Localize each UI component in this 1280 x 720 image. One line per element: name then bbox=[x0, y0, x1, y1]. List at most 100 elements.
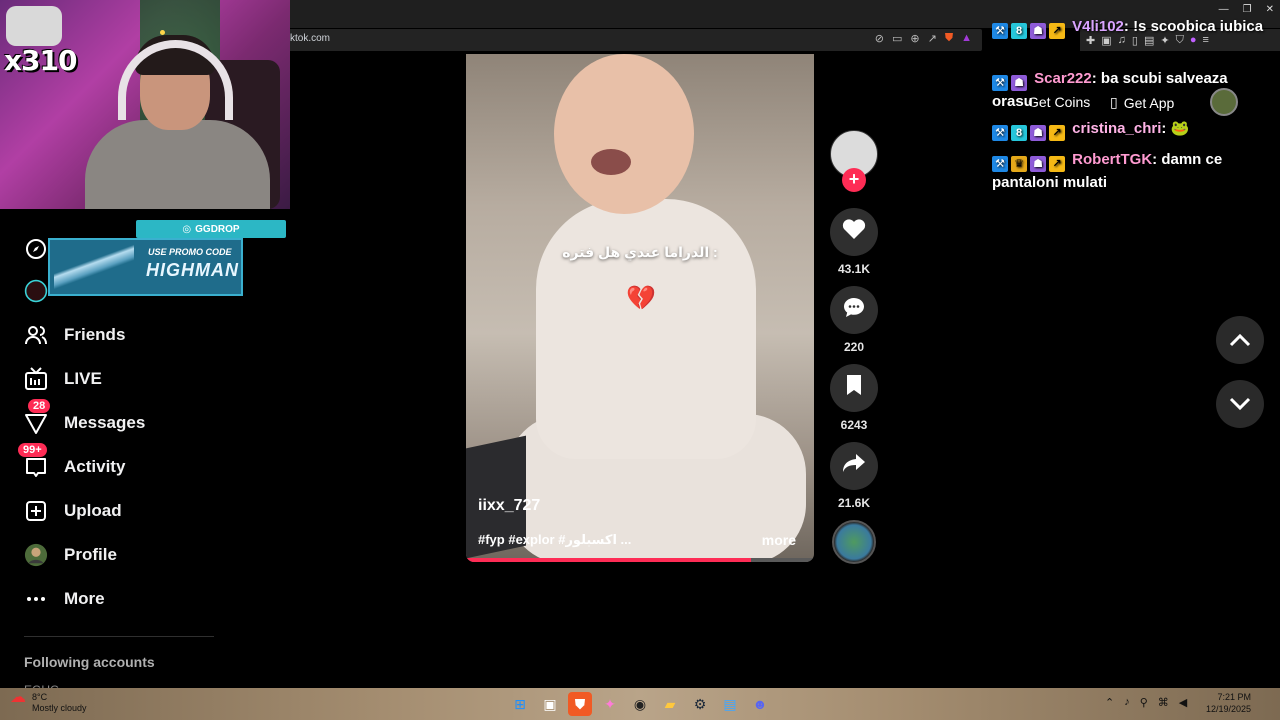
video-progress-bar[interactable] bbox=[466, 558, 814, 562]
share-count: 21.6K bbox=[837, 496, 871, 510]
video-description: #fyp #explor #اكسبلور ... bbox=[478, 532, 632, 547]
comment-button[interactable] bbox=[830, 286, 878, 334]
sidebar-item-live[interactable]: LIVE bbox=[24, 367, 102, 391]
restore-icon[interactable]: ❐ bbox=[1243, 4, 1252, 15]
brave-shield-icon[interactable]: ⛊ bbox=[945, 32, 953, 45]
video-scene-body bbox=[536, 199, 756, 459]
follow-plus-button[interactable]: + bbox=[842, 168, 866, 192]
address-bar[interactable]: ktok.com ⊘ ▭ ⊕ ↗ ⛊ ▲ bbox=[282, 29, 982, 51]
activity-icon: 99+ bbox=[18, 443, 48, 479]
video-progress-fill bbox=[466, 558, 752, 562]
audio-device-icon[interactable]: ♪ bbox=[1124, 696, 1130, 709]
microphone-icon[interactable]: ⚲ bbox=[1140, 696, 1148, 709]
window-controls: — ❐ ✕ bbox=[1219, 4, 1274, 15]
moderator-icon: ⚒ bbox=[992, 23, 1008, 39]
more-link[interactable]: more bbox=[762, 532, 796, 548]
sidebar-item-label: Friends bbox=[64, 325, 126, 344]
address-bar-icons: ⊘ ▭ ⊕ ↗ ⛊ ▲ bbox=[875, 32, 972, 45]
compass-icon bbox=[24, 237, 48, 261]
more-icon bbox=[24, 587, 48, 611]
no-tracking-icon[interactable]: ⊘ bbox=[875, 32, 884, 45]
minimize-icon[interactable]: — bbox=[1219, 4, 1229, 15]
video-scene-mouth bbox=[591, 149, 631, 175]
share-icon[interactable]: ↗ bbox=[928, 32, 937, 45]
obs-icon[interactable]: ◉ bbox=[628, 692, 652, 716]
gift-badge-icon: ↗ bbox=[1049, 125, 1065, 141]
following-accounts-header: Following accounts bbox=[24, 654, 155, 670]
share-arrow-icon bbox=[842, 453, 866, 479]
video-player[interactable]: الدراما عندي هل فتره : 💔 iixx_727 #fyp #… bbox=[466, 54, 814, 562]
friends-icon bbox=[24, 323, 48, 347]
weather-icon: ☁ bbox=[10, 689, 26, 706]
weather-desc: Mostly cloudy bbox=[32, 703, 87, 713]
brave-browser-icon[interactable]: ⛊ bbox=[568, 692, 592, 716]
heart-icon bbox=[842, 218, 866, 246]
like-count: 43.1K bbox=[837, 262, 871, 276]
windows-taskbar: ☁ 8°C Mostly cloudy ⊞ ▣ ⛊ ✦ ◉ ▰ ⚙ ▤ ☻ ⌃ … bbox=[0, 688, 1280, 720]
rewards-icon[interactable]: ▲ bbox=[961, 32, 972, 45]
activity-badge: 99+ bbox=[18, 443, 47, 457]
weather-temp: 8°C bbox=[32, 692, 48, 702]
chat-text: ba scubi salveaza orasu bbox=[992, 70, 1228, 110]
tray-chevron-icon[interactable]: ⌃ bbox=[1105, 696, 1114, 709]
broken-heart-icon: 💔 bbox=[626, 285, 656, 312]
promo-line1: USE PROMO CODE bbox=[148, 247, 232, 257]
sidebar-item-more[interactable]: More bbox=[24, 587, 105, 611]
file-explorer-icon[interactable]: ▰ bbox=[658, 692, 682, 716]
taskbar-apps: ⊞ ▣ ⛊ ✦ ◉ ▰ ⚙ ▤ ☻ bbox=[508, 692, 772, 716]
sidebar-item-label: Upload bbox=[64, 501, 122, 520]
chat-username[interactable]: RobertTGK bbox=[1072, 151, 1152, 168]
comment-count: 220 bbox=[843, 340, 865, 354]
cast-icon[interactable]: ▭ bbox=[892, 32, 902, 45]
sub-badge-icon: 8 bbox=[1011, 125, 1027, 141]
bot-badge-icon: ☗ bbox=[1011, 75, 1027, 91]
system-tray: ⌃ ♪ ⚲ ⌘ ◀ bbox=[1105, 696, 1187, 709]
share-button[interactable] bbox=[830, 442, 878, 490]
crown-icon: ♛ bbox=[1011, 156, 1027, 172]
moderator-icon: ⚒ bbox=[992, 125, 1008, 141]
sidebar-item-profile[interactable]: Profile bbox=[24, 543, 117, 567]
video-caption: الدراما عندي هل فتره : bbox=[562, 244, 718, 260]
like-button[interactable] bbox=[830, 208, 878, 256]
sidebar-item-activity[interactable]: 99+ Activity bbox=[18, 443, 126, 479]
sidebar-item-messages[interactable]: 28 Messages bbox=[24, 399, 145, 435]
windows-start-icon[interactable]: ⊞ bbox=[508, 692, 532, 716]
music-disc-icon[interactable] bbox=[832, 520, 876, 564]
clock-date: 12/19/2025 bbox=[1206, 704, 1252, 714]
task-view-icon[interactable]: ▣ bbox=[538, 692, 562, 716]
copilot-icon[interactable]: ✦ bbox=[598, 692, 622, 716]
bot-badge-icon: ☗ bbox=[1030, 23, 1046, 39]
clock[interactable]: 7:21 PM 12/19/2025 bbox=[1206, 691, 1251, 715]
chat-message: ⚒ 8 ☗ ↗ cristina_chri: 🐸 bbox=[992, 118, 1272, 141]
cat-image bbox=[6, 6, 62, 46]
discord-icon[interactable]: ☻ bbox=[748, 692, 772, 716]
sidebar-item-explore[interactable] bbox=[24, 237, 48, 261]
chat-message: ⚒ ♛ ☗ ↗ RobertTGK: damn ce pantaloni mulati bbox=[992, 151, 1223, 191]
bot-badge-icon: ☗ bbox=[1030, 156, 1046, 172]
previous-video-button[interactable] bbox=[1216, 316, 1264, 364]
chat-username[interactable]: Scar222 bbox=[1034, 70, 1092, 87]
zoom-icon[interactable]: ⊕ bbox=[910, 32, 919, 45]
speaker-icon[interactable]: ◀ bbox=[1179, 696, 1187, 709]
weather-widget[interactable]: ☁ 8°C Mostly cloudy bbox=[10, 689, 87, 714]
next-video-button[interactable] bbox=[1216, 380, 1264, 428]
chevron-up-icon bbox=[1229, 327, 1251, 353]
sidebar-item-label: Activity bbox=[64, 457, 126, 476]
close-icon[interactable]: ✕ bbox=[1266, 4, 1274, 15]
save-button[interactable] bbox=[830, 364, 878, 412]
sidebar-divider bbox=[24, 636, 214, 637]
sidebar-item-following[interactable] bbox=[24, 279, 48, 303]
streamer-body bbox=[85, 120, 270, 209]
network-icon[interactable]: ⌘ bbox=[1158, 696, 1169, 709]
sidebar-item-friends[interactable]: Friends bbox=[24, 323, 125, 347]
video-username[interactable]: iixx_727 bbox=[478, 497, 540, 515]
chat-username[interactable]: V4li102 bbox=[1072, 18, 1124, 35]
promo-code: HIGHMAN bbox=[146, 260, 239, 280]
steam-icon[interactable]: ⚙ bbox=[688, 692, 712, 716]
notepad-icon[interactable]: ▤ bbox=[718, 692, 742, 716]
sidebar-item-label: Profile bbox=[64, 545, 117, 564]
sidebar-item-upload[interactable]: Upload bbox=[24, 499, 122, 523]
chat-username[interactable]: cristina_chri bbox=[1072, 120, 1161, 137]
chat-text: !s scoobica iubica bbox=[1133, 18, 1264, 35]
url-text: ktok.com bbox=[290, 33, 331, 44]
